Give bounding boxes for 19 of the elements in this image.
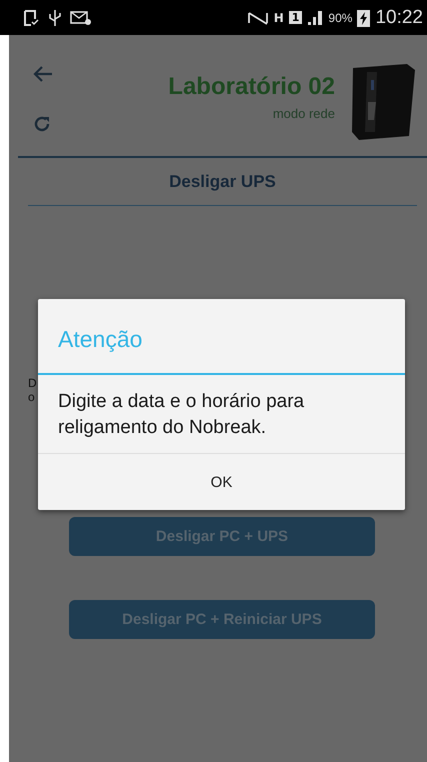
section-title: Desligar UPS bbox=[28, 158, 417, 206]
lab-title: Laboratório 02 bbox=[168, 73, 335, 101]
refresh-icon[interactable] bbox=[33, 115, 51, 133]
mute-icon bbox=[246, 10, 269, 26]
dialog-title: Atenção bbox=[38, 299, 405, 375]
sim-indicator: 1 bbox=[288, 11, 302, 24]
network-type: H bbox=[274, 10, 284, 24]
dialog-message: Digite a data e o horário para religamento do Nobreak. bbox=[38, 375, 405, 454]
mode-label: modo rede bbox=[272, 106, 335, 121]
usb-icon bbox=[48, 8, 62, 26]
ok-button[interactable]: OK bbox=[38, 454, 405, 510]
mail-icon bbox=[70, 10, 92, 26]
phone-check-icon bbox=[22, 8, 40, 26]
clock: 10:22 bbox=[375, 6, 423, 28]
battery-charging-icon bbox=[357, 8, 370, 26]
description-text: D o bbox=[28, 376, 37, 404]
signal-icon bbox=[307, 10, 324, 26]
battery-level: 90% bbox=[328, 10, 352, 24]
back-arrow-icon[interactable] bbox=[33, 65, 53, 83]
